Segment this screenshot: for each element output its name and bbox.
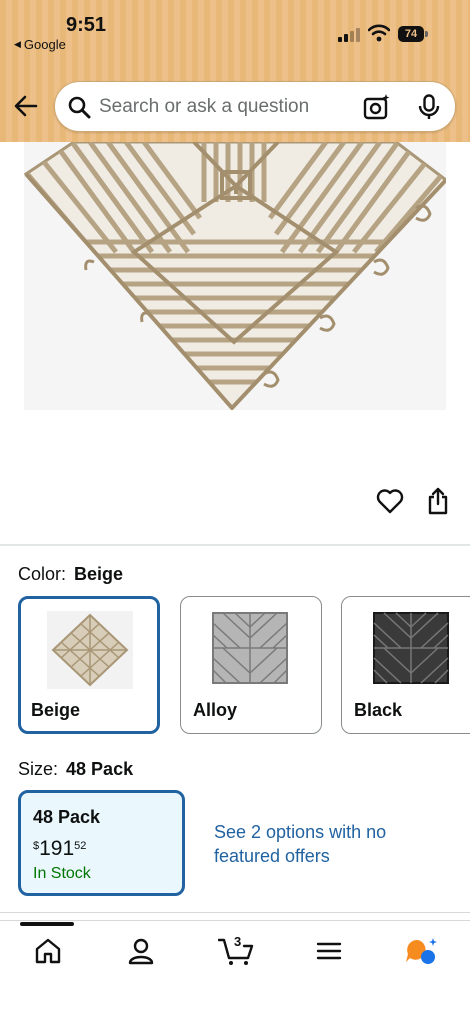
product-image-carousel[interactable] xyxy=(0,142,470,648)
share-icon[interactable] xyxy=(426,487,450,515)
back-app-label: Google xyxy=(23,37,66,52)
black-tile-thumbnail xyxy=(373,612,449,684)
color-option-beige[interactable]: Beige xyxy=(18,596,160,734)
color-label: Color: xyxy=(18,564,67,584)
active-tab-indicator xyxy=(20,922,74,926)
back-to-app-link[interactable]: ◀ Google xyxy=(14,37,66,52)
size-option-48-pack[interactable]: 48 Pack $ 191 52 In Stock xyxy=(18,790,185,896)
stock-status: In Stock xyxy=(33,865,91,882)
color-selected-value: Beige xyxy=(74,564,124,584)
status-time: 9:51 xyxy=(66,14,107,36)
header: 9:51 ◀ Google 74 xyxy=(0,0,470,142)
color-option-label: Beige xyxy=(31,700,81,720)
beige-tile-thumbnail xyxy=(47,611,133,689)
home-icon[interactable] xyxy=(33,936,63,966)
color-option-alloy[interactable]: Alloy xyxy=(180,596,322,734)
battery-icon: 74 xyxy=(398,26,424,42)
wifi-icon xyxy=(368,24,390,42)
see-options-link[interactable]: See 2 options with no featured offers xyxy=(214,820,414,868)
search-input[interactable] xyxy=(99,94,349,120)
back-triangle-icon: ◀ xyxy=(14,39,21,49)
section-divider xyxy=(0,544,470,546)
camera-search-icon[interactable] xyxy=(363,93,391,121)
alloy-tile-thumbnail xyxy=(212,612,288,684)
back-arrow-icon[interactable] xyxy=(12,92,40,120)
menu-icon[interactable] xyxy=(314,936,344,966)
size-option-name: 48 Pack xyxy=(33,807,101,827)
price-whole: 191 xyxy=(39,837,75,860)
microphone-icon[interactable] xyxy=(417,94,441,120)
search-icon xyxy=(68,96,91,119)
cellular-signal-icon xyxy=(338,28,362,42)
color-option-black[interactable]: Black xyxy=(341,596,470,734)
floor-tile-product-image xyxy=(24,142,446,410)
heart-icon[interactable] xyxy=(376,488,404,514)
account-icon[interactable] xyxy=(126,936,156,966)
price-fraction: 52 xyxy=(74,840,87,852)
section-divider xyxy=(0,912,470,913)
rufus-assistant-icon[interactable] xyxy=(404,936,438,966)
size-selected-value: 48 Pack xyxy=(66,759,134,779)
color-row-label: Color: Beige xyxy=(18,564,123,585)
size-row-label: Size: 48 Pack xyxy=(18,759,133,780)
color-option-label: Black xyxy=(354,700,403,720)
size-label: Size: xyxy=(18,759,59,779)
color-option-label: Alloy xyxy=(193,700,238,720)
search-bar[interactable] xyxy=(54,81,456,132)
cart-count-badge: 3 xyxy=(234,934,242,949)
size-option-price: $ 191 52 xyxy=(33,837,86,861)
battery-tip xyxy=(425,31,428,37)
